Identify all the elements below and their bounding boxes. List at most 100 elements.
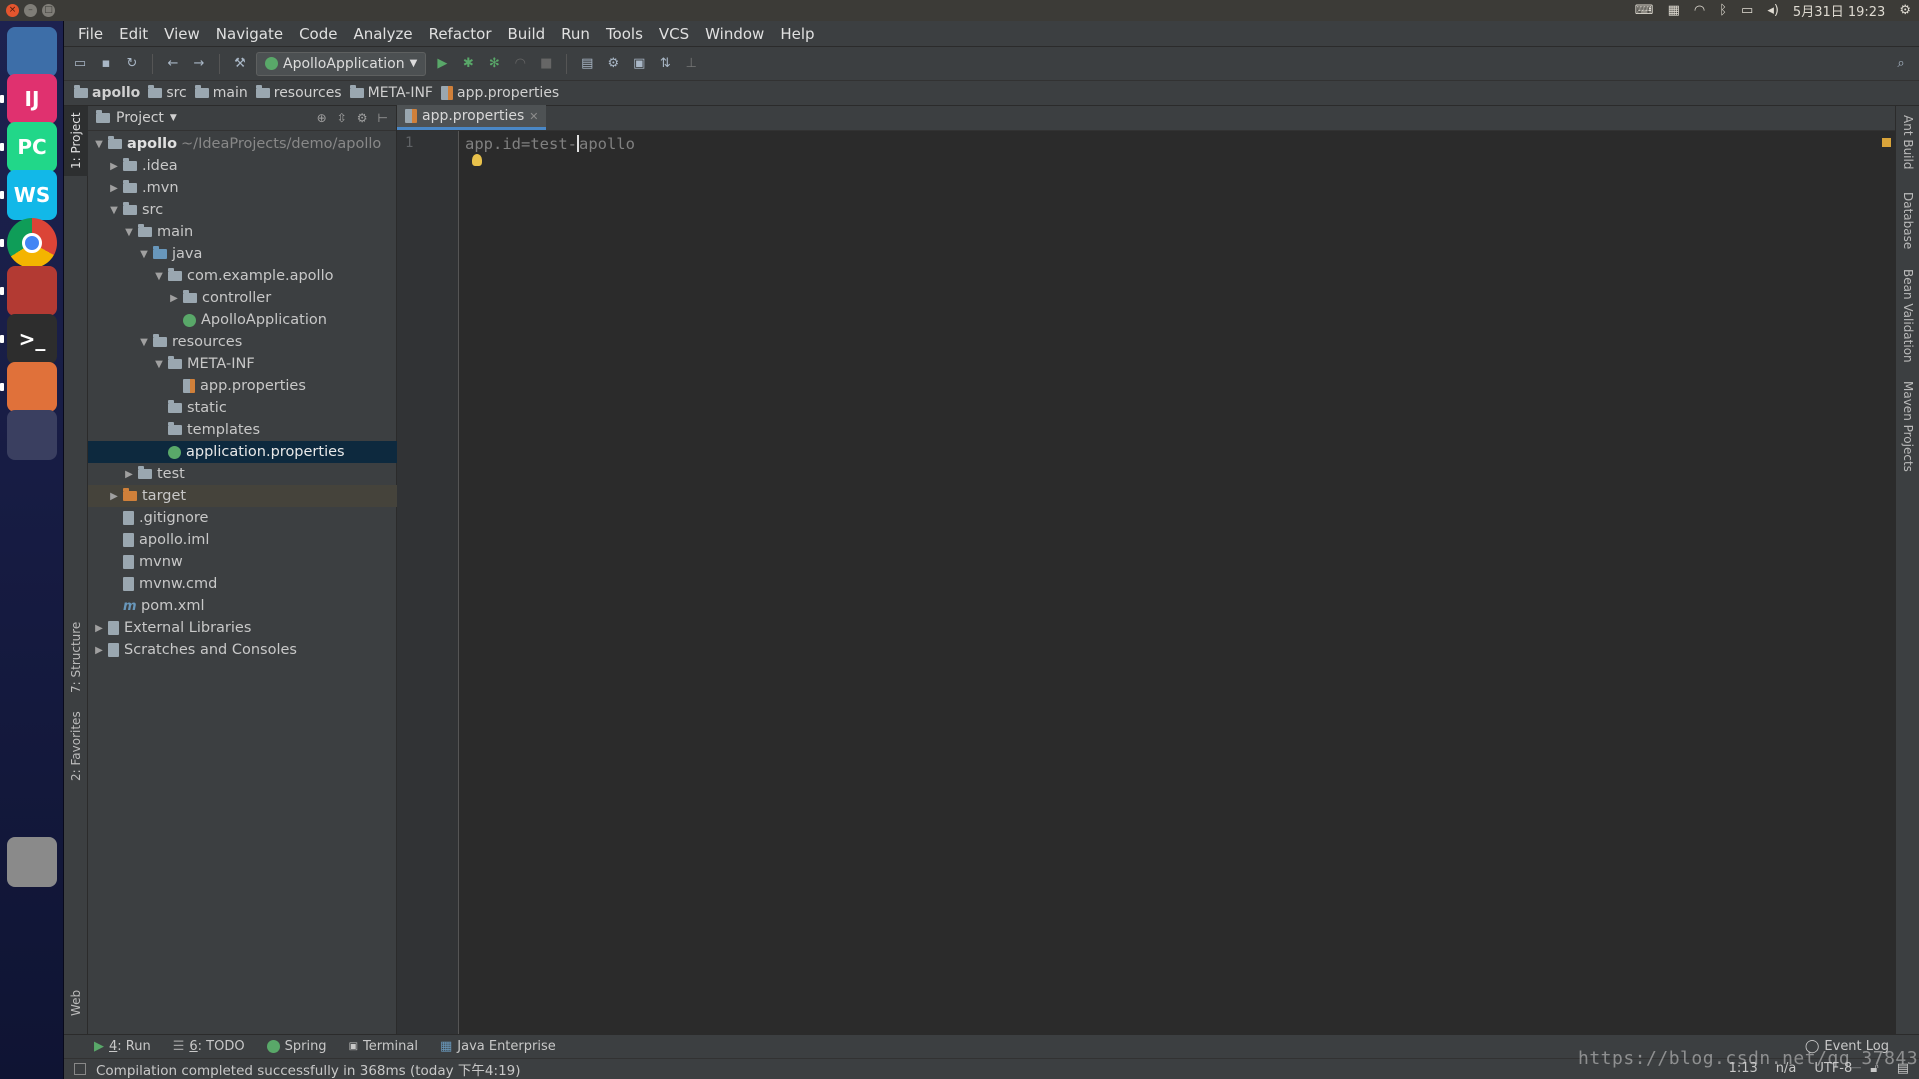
- chevron-right-icon[interactable]: ▶: [107, 183, 121, 194]
- menu-item-run[interactable]: Run: [553, 25, 598, 43]
- sdk-icon[interactable]: ▣: [629, 54, 649, 74]
- chevron-right-icon[interactable]: ▶: [167, 293, 181, 304]
- chevron-right-icon[interactable]: ▶: [92, 623, 106, 634]
- stop-icon[interactable]: ■: [536, 54, 556, 74]
- tree-item[interactable]: app.properties: [88, 375, 397, 397]
- breadcrumb-item[interactable]: META-INF: [349, 85, 441, 101]
- build-icon[interactable]: ⚒: [230, 54, 250, 74]
- tree-item[interactable]: mvnw.cmd: [88, 573, 397, 595]
- tree-item[interactable]: ▼ src: [88, 199, 397, 221]
- open-folder-icon[interactable]: ▭: [70, 54, 90, 74]
- close-tab-icon[interactable]: ✕: [529, 110, 538, 123]
- tab-maven-projects[interactable]: Maven Projects: [1896, 376, 1919, 476]
- vcs-icon[interactable]: ⇅: [655, 54, 675, 74]
- run-icon[interactable]: ▶: [432, 54, 452, 74]
- tree-item[interactable]: application.properties: [88, 441, 397, 463]
- input-method-icon[interactable]: ⌨: [1635, 3, 1654, 18]
- menu-item-view[interactable]: View: [156, 25, 208, 43]
- breadcrumb-item[interactable]: main: [194, 85, 256, 101]
- launcher-webstorm-icon[interactable]: WS: [7, 170, 57, 220]
- chevron-down-icon[interactable]: ▼: [170, 113, 177, 123]
- profile-icon[interactable]: ◠: [510, 54, 530, 74]
- menu-item-analyze[interactable]: Analyze: [345, 25, 420, 43]
- settings-icon[interactable]: ⚙: [603, 54, 623, 74]
- tree-item[interactable]: ▼ META-INF: [88, 353, 397, 375]
- clock[interactable]: 5月31日 19:23: [1793, 1, 1885, 20]
- chevron-right-icon[interactable]: ▶: [107, 491, 121, 502]
- chevron-down-icon[interactable]: ▼: [152, 271, 166, 282]
- tree-item[interactable]: ▼ main: [88, 221, 397, 243]
- tab-run[interactable]: ▶ 4: Run: [94, 1039, 151, 1054]
- collapse-all-icon[interactable]: ⇳: [337, 111, 347, 125]
- breadcrumb-item[interactable]: apollo: [74, 85, 148, 101]
- editor-tab-app-properties[interactable]: app.properties ✕: [397, 105, 547, 130]
- synchronize-icon[interactable]: ↻: [122, 54, 142, 74]
- tab-spring[interactable]: Spring: [266, 1039, 327, 1054]
- bluetooth-icon[interactable]: ᛒ: [1719, 3, 1727, 18]
- tree-item[interactable]: ▶ target: [88, 485, 397, 507]
- tree-root[interactable]: ▼ apollo ~/IdeaProjects/demo/apollo: [88, 133, 397, 155]
- chevron-down-icon[interactable]: ▼: [152, 359, 166, 370]
- chevron-down-icon[interactable]: ▼: [137, 249, 151, 260]
- tree-item[interactable]: ▶ .idea: [88, 155, 397, 177]
- run-configuration-select[interactable]: ApolloApplication ▼: [256, 51, 427, 76]
- debug-icon[interactable]: ✱: [458, 54, 478, 74]
- warning-stripe-marker[interactable]: [1882, 138, 1891, 147]
- run-with-coverage-icon[interactable]: ✻: [484, 54, 504, 74]
- tree-item[interactable]: ▶ External Libraries: [88, 617, 397, 639]
- chevron-down-icon[interactable]: ▼: [107, 205, 121, 216]
- hide-panel-icon[interactable]: ⊢: [378, 111, 388, 125]
- tree-item[interactable]: ▶ controller: [88, 287, 397, 309]
- launcher-chrome-icon[interactable]: [7, 218, 57, 268]
- tree-item[interactable]: ▶ test: [88, 463, 397, 485]
- back-icon[interactable]: ←: [163, 54, 183, 74]
- expand-arrow-icon[interactable]: ▼: [92, 139, 106, 150]
- tree-item[interactable]: m pom.xml: [88, 595, 397, 617]
- menu-item-navigate[interactable]: Navigate: [208, 25, 291, 43]
- tab-java-enterprise[interactable]: ▦ Java Enterprise: [440, 1039, 556, 1054]
- menu-item-window[interactable]: Window: [697, 25, 772, 43]
- menu-item-tools[interactable]: Tools: [598, 25, 651, 43]
- project-view-select[interactable]: Project: [116, 110, 164, 126]
- battery-icon[interactable]: ▭: [1741, 3, 1753, 18]
- breadcrumb-item[interactable]: app.properties: [440, 85, 567, 101]
- settings-gear-icon[interactable]: ⚙: [1899, 3, 1911, 18]
- tree-item[interactable]: templates: [88, 419, 397, 441]
- tree-item[interactable]: ▼ com.example.apollo: [88, 265, 397, 287]
- tab-project[interactable]: 1: Project: [64, 106, 88, 176]
- tree-item[interactable]: ▶ .mvn: [88, 177, 397, 199]
- tree-item[interactable]: mvnw: [88, 551, 397, 573]
- menu-item-vcs[interactable]: VCS: [651, 25, 697, 43]
- tree-item[interactable]: ▼ resources: [88, 331, 397, 353]
- launcher-ubuntu-dash-icon[interactable]: [7, 27, 57, 77]
- terminal-icon[interactable]: ⊥: [681, 54, 701, 74]
- tab-favorites[interactable]: 2: Favorites: [64, 706, 88, 786]
- menu-item-file[interactable]: File: [70, 25, 111, 43]
- breadcrumb-item[interactable]: src: [148, 85, 194, 101]
- scroll-from-source-icon[interactable]: ⊕: [317, 111, 327, 125]
- project-structure-icon[interactable]: ▤: [577, 54, 597, 74]
- breadcrumb-item[interactable]: resources: [255, 85, 350, 101]
- minimize-window-button[interactable]: –: [24, 4, 37, 17]
- menu-item-edit[interactable]: Edit: [111, 25, 156, 43]
- launcher-dock-app-icon[interactable]: [7, 362, 57, 412]
- menu-item-build[interactable]: Build: [500, 25, 554, 43]
- keyboard-icon[interactable]: ▦: [1668, 3, 1680, 18]
- maximize-window-button[interactable]: □: [42, 4, 55, 17]
- toggle-tool-windows-icon[interactable]: [74, 1063, 86, 1075]
- tree-item[interactable]: ApolloApplication: [88, 309, 397, 331]
- tree-item[interactable]: ▼ java: [88, 243, 397, 265]
- status-message[interactable]: Compilation completed successfully in 36…: [96, 1059, 521, 1079]
- tab-web[interactable]: Web: [64, 982, 88, 1024]
- code-area[interactable]: app.id=test-apollo: [465, 135, 635, 153]
- close-window-button[interactable]: ×: [6, 4, 19, 17]
- chevron-down-icon[interactable]: ▼: [122, 227, 136, 238]
- chevron-right-icon[interactable]: ▶: [107, 161, 121, 172]
- menu-item-refactor[interactable]: Refactor: [421, 25, 500, 43]
- launcher-file-manager-icon[interactable]: [7, 266, 57, 316]
- launcher-pycharm-icon[interactable]: PC: [7, 122, 57, 172]
- tab-terminal[interactable]: ▣ Terminal: [349, 1039, 418, 1054]
- tab-ant-build[interactable]: Ant Build: [1896, 112, 1919, 172]
- chevron-down-icon[interactable]: ▼: [137, 337, 151, 348]
- panel-settings-gear-icon[interactable]: ⚙: [357, 111, 368, 125]
